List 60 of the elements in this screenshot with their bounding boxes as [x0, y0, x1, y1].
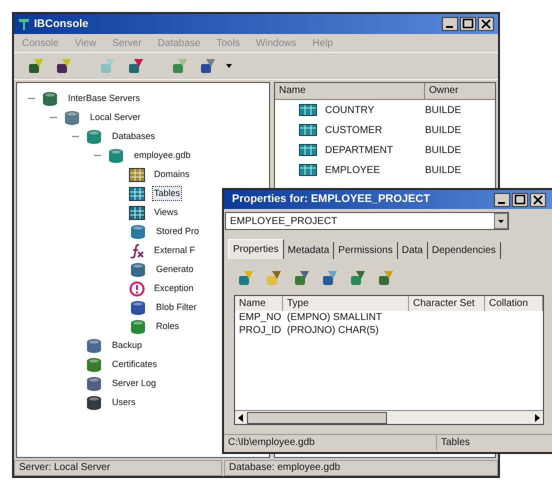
table-name[interactable]: COUNTRY	[325, 102, 425, 118]
column-header[interactable]: Name	[275, 83, 425, 100]
tree-item[interactable]: Local Server	[89, 110, 142, 124]
field-type: (PROJNO) CHAR(5)	[286, 324, 380, 337]
tab[interactable]: Metadata	[284, 242, 334, 259]
status-text: C:\Ib\employee.gdb	[227, 436, 316, 450]
tree-item[interactable]: Blob Filter	[155, 300, 198, 314]
table-owner: BUILDE	[425, 144, 462, 158]
tree-item[interactable]: Server Log	[111, 376, 158, 390]
table-name[interactable]: DEPARTMENT	[325, 142, 425, 158]
status-text: Tables	[436, 435, 552, 450]
close-icon[interactable]	[530, 192, 546, 206]
tree-item[interactable]: InterBase Servers	[67, 92, 142, 106]
tab[interactable]: Dependencies	[428, 242, 501, 259]
tree-item[interactable]: Certificates	[111, 358, 158, 372]
table-owner: BUILDE	[425, 164, 462, 178]
field-name: PROJ_ID	[238, 324, 282, 337]
tree-item[interactable]: Databases	[111, 130, 156, 144]
tree-item[interactable]: Roles	[155, 320, 180, 334]
field-type: (EMPNO) SMALLINT	[286, 311, 384, 324]
column-header[interactable]: Type	[283, 296, 409, 311]
tree-item[interactable]: External F	[153, 244, 196, 258]
exception-icon	[129, 280, 145, 296]
minimize-icon[interactable]	[442, 17, 458, 31]
column-header[interactable]: Name	[235, 296, 283, 311]
table-owner: BUILDE	[425, 124, 462, 138]
field-name: EMP_NO	[238, 311, 282, 324]
tab[interactable]: Properties	[228, 239, 284, 259]
dropdown-icon[interactable]	[494, 213, 508, 229]
tree-item[interactable]: Exception	[153, 282, 195, 296]
maximize-icon[interactable]	[460, 17, 476, 31]
scroll-thumb[interactable]	[247, 412, 387, 424]
tree-item[interactable]: Users	[111, 396, 137, 410]
tree-item[interactable]: Stored Pro	[155, 224, 200, 238]
maximize-icon[interactable]	[512, 192, 528, 206]
status-text: Server: Local Server	[14, 460, 222, 476]
minimize-icon[interactable]	[494, 192, 510, 206]
tree-item[interactable]: Domains	[153, 168, 191, 182]
window-title: Properties for: EMPLOYEE_PROJECT	[232, 192, 430, 208]
window-title: IBConsole	[34, 16, 88, 32]
table-owner: BUILDE	[425, 104, 462, 118]
table-name[interactable]: EMPLOYEE	[325, 162, 425, 178]
table-name[interactable]: CUSTOMER	[325, 122, 425, 138]
tab[interactable]: Data	[398, 242, 428, 259]
close-icon[interactable]	[478, 17, 494, 31]
column-header[interactable]: Owner	[425, 83, 495, 100]
app-icon	[18, 17, 30, 31]
column-header[interactable]: Collation	[485, 296, 543, 311]
object-combo[interactable]: EMPLOYEE_PROJECT	[225, 212, 509, 230]
tree-item[interactable]: Views	[153, 206, 179, 220]
tree-item[interactable]: Backup	[111, 338, 144, 352]
dropdown-icon[interactable]	[226, 63, 232, 69]
tree-item[interactable]: Tables	[153, 186, 182, 200]
function-icon	[129, 242, 145, 258]
column-header[interactable]: Character Set	[409, 296, 485, 311]
tree-item[interactable]: employee.gdb	[133, 148, 192, 162]
tree-item[interactable]: Generato	[155, 262, 195, 276]
status-text: Database: employee.gdb	[224, 460, 498, 476]
horizontal-scrollbar[interactable]	[235, 410, 543, 424]
tab[interactable]: Permissions	[334, 242, 398, 259]
